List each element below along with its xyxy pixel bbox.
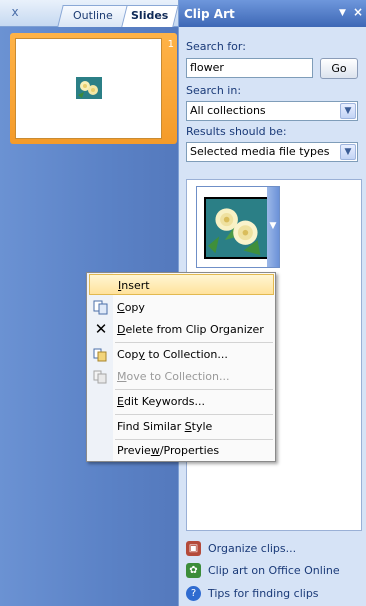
menu-item-text: Cop — [117, 348, 139, 361]
menu-item-text: to Collection... — [144, 348, 228, 361]
menu-item-text: nsert — [121, 279, 150, 292]
tab-outline[interactable]: Outline — [57, 5, 129, 27]
menu-item-accel: S — [184, 420, 192, 433]
slide-clipart-image — [76, 77, 102, 99]
menu-item-edit-keywords[interactable]: Edit Keywords... — [89, 391, 274, 412]
menu-item-copy[interactable]: Copy — [89, 297, 274, 318]
menu-item-accel: E — [117, 395, 124, 408]
left-tab-bar: x Outline Slides — [0, 0, 179, 27]
menu-item-delete[interactable]: ✕ Delete from Clip Organizer — [89, 319, 274, 340]
menu-item-text: elete from Clip Organizer — [125, 323, 264, 336]
chevron-down-icon[interactable]: ▼ — [340, 103, 356, 119]
menu-separator — [115, 414, 273, 415]
menu-item-text: /Properties — [159, 444, 220, 457]
menu-separator — [115, 342, 273, 343]
media-types-select[interactable]: Selected media file types ▼ — [186, 142, 358, 162]
slide-thumbnail[interactable] — [15, 38, 162, 139]
search-input[interactable]: flower — [186, 58, 313, 78]
organize-clips-label: Organize clips... — [208, 541, 297, 555]
move-to-collection-icon — [93, 369, 109, 384]
organize-clips-link[interactable]: ▣ Organize clips... — [186, 539, 296, 557]
menu-item-text: Find Similar — [117, 420, 185, 433]
copy-to-collection-icon — [93, 347, 109, 362]
menu-item-text: tyle — [191, 420, 213, 433]
slide-thumbnail-selected[interactable]: 1 — [10, 33, 177, 144]
office-online-link[interactable]: ✿ Clip art on Office Online — [186, 561, 340, 579]
task-pane-header: Clip Art ▼ × — [179, 0, 366, 27]
menu-item-text: ove to Collection... — [126, 370, 230, 383]
menu-item-text: Previe — [117, 444, 151, 457]
roses-clipart-image — [204, 197, 269, 259]
tips-label: Tips for finding clips — [208, 586, 319, 600]
menu-item-text: opy — [124, 301, 145, 314]
search-for-label: Search for: — [186, 40, 246, 53]
close-pane-icon[interactable]: x — [8, 5, 22, 19]
menu-item-accel: w — [150, 444, 160, 457]
search-in-label: Search in: — [186, 84, 242, 97]
tab-slides-label: Slides — [131, 9, 169, 22]
menu-item-accel: C — [117, 301, 125, 314]
context-menu: Insert Copy ✕ Delete from Clip Organizer… — [86, 272, 276, 462]
menu-separator — [115, 389, 273, 390]
pane-options-dropdown-icon[interactable]: ▼ — [339, 8, 349, 18]
search-in-select[interactable]: All collections ▼ — [186, 101, 358, 121]
slide-number: 1 — [167, 39, 174, 50]
go-button[interactable]: Go — [320, 58, 358, 79]
menu-item-insert[interactable]: Insert — [89, 274, 274, 295]
tips-link[interactable]: ? Tips for finding clips — [186, 584, 319, 602]
search-in-value: All collections — [190, 104, 266, 117]
task-pane-title: Clip Art — [184, 7, 235, 21]
delete-icon: ✕ — [94, 320, 108, 338]
menu-item-text: dit Keywords... — [123, 395, 206, 408]
tab-slides[interactable]: Slides — [121, 5, 179, 27]
menu-item-move-to-collection: Move to Collection... — [89, 366, 274, 387]
chevron-down-icon[interactable]: ▼ — [340, 144, 356, 160]
results-label: Results should be: — [186, 125, 287, 138]
organize-icon: ▣ — [186, 540, 201, 556]
clipart-result-item[interactable]: ▼ — [196, 186, 280, 268]
media-types-value: Selected media file types — [190, 145, 330, 158]
help-icon: ? — [186, 585, 201, 601]
tab-outline-label: Outline — [73, 9, 113, 22]
office-online-icon: ✿ — [186, 562, 201, 578]
menu-item-copy-to-collection[interactable]: Copy to Collection... — [89, 344, 274, 365]
office-online-label: Clip art on Office Online — [208, 563, 340, 577]
menu-item-accel: M — [117, 370, 127, 383]
result-dropdown-arrow-icon[interactable]: ▼ — [267, 187, 279, 267]
menu-item-find-similar-style[interactable]: Find Similar Style — [89, 416, 274, 437]
copy-icon — [93, 300, 109, 315]
menu-item-preview-properties[interactable]: Preview/Properties — [89, 440, 274, 461]
close-icon[interactable]: × — [353, 6, 365, 18]
